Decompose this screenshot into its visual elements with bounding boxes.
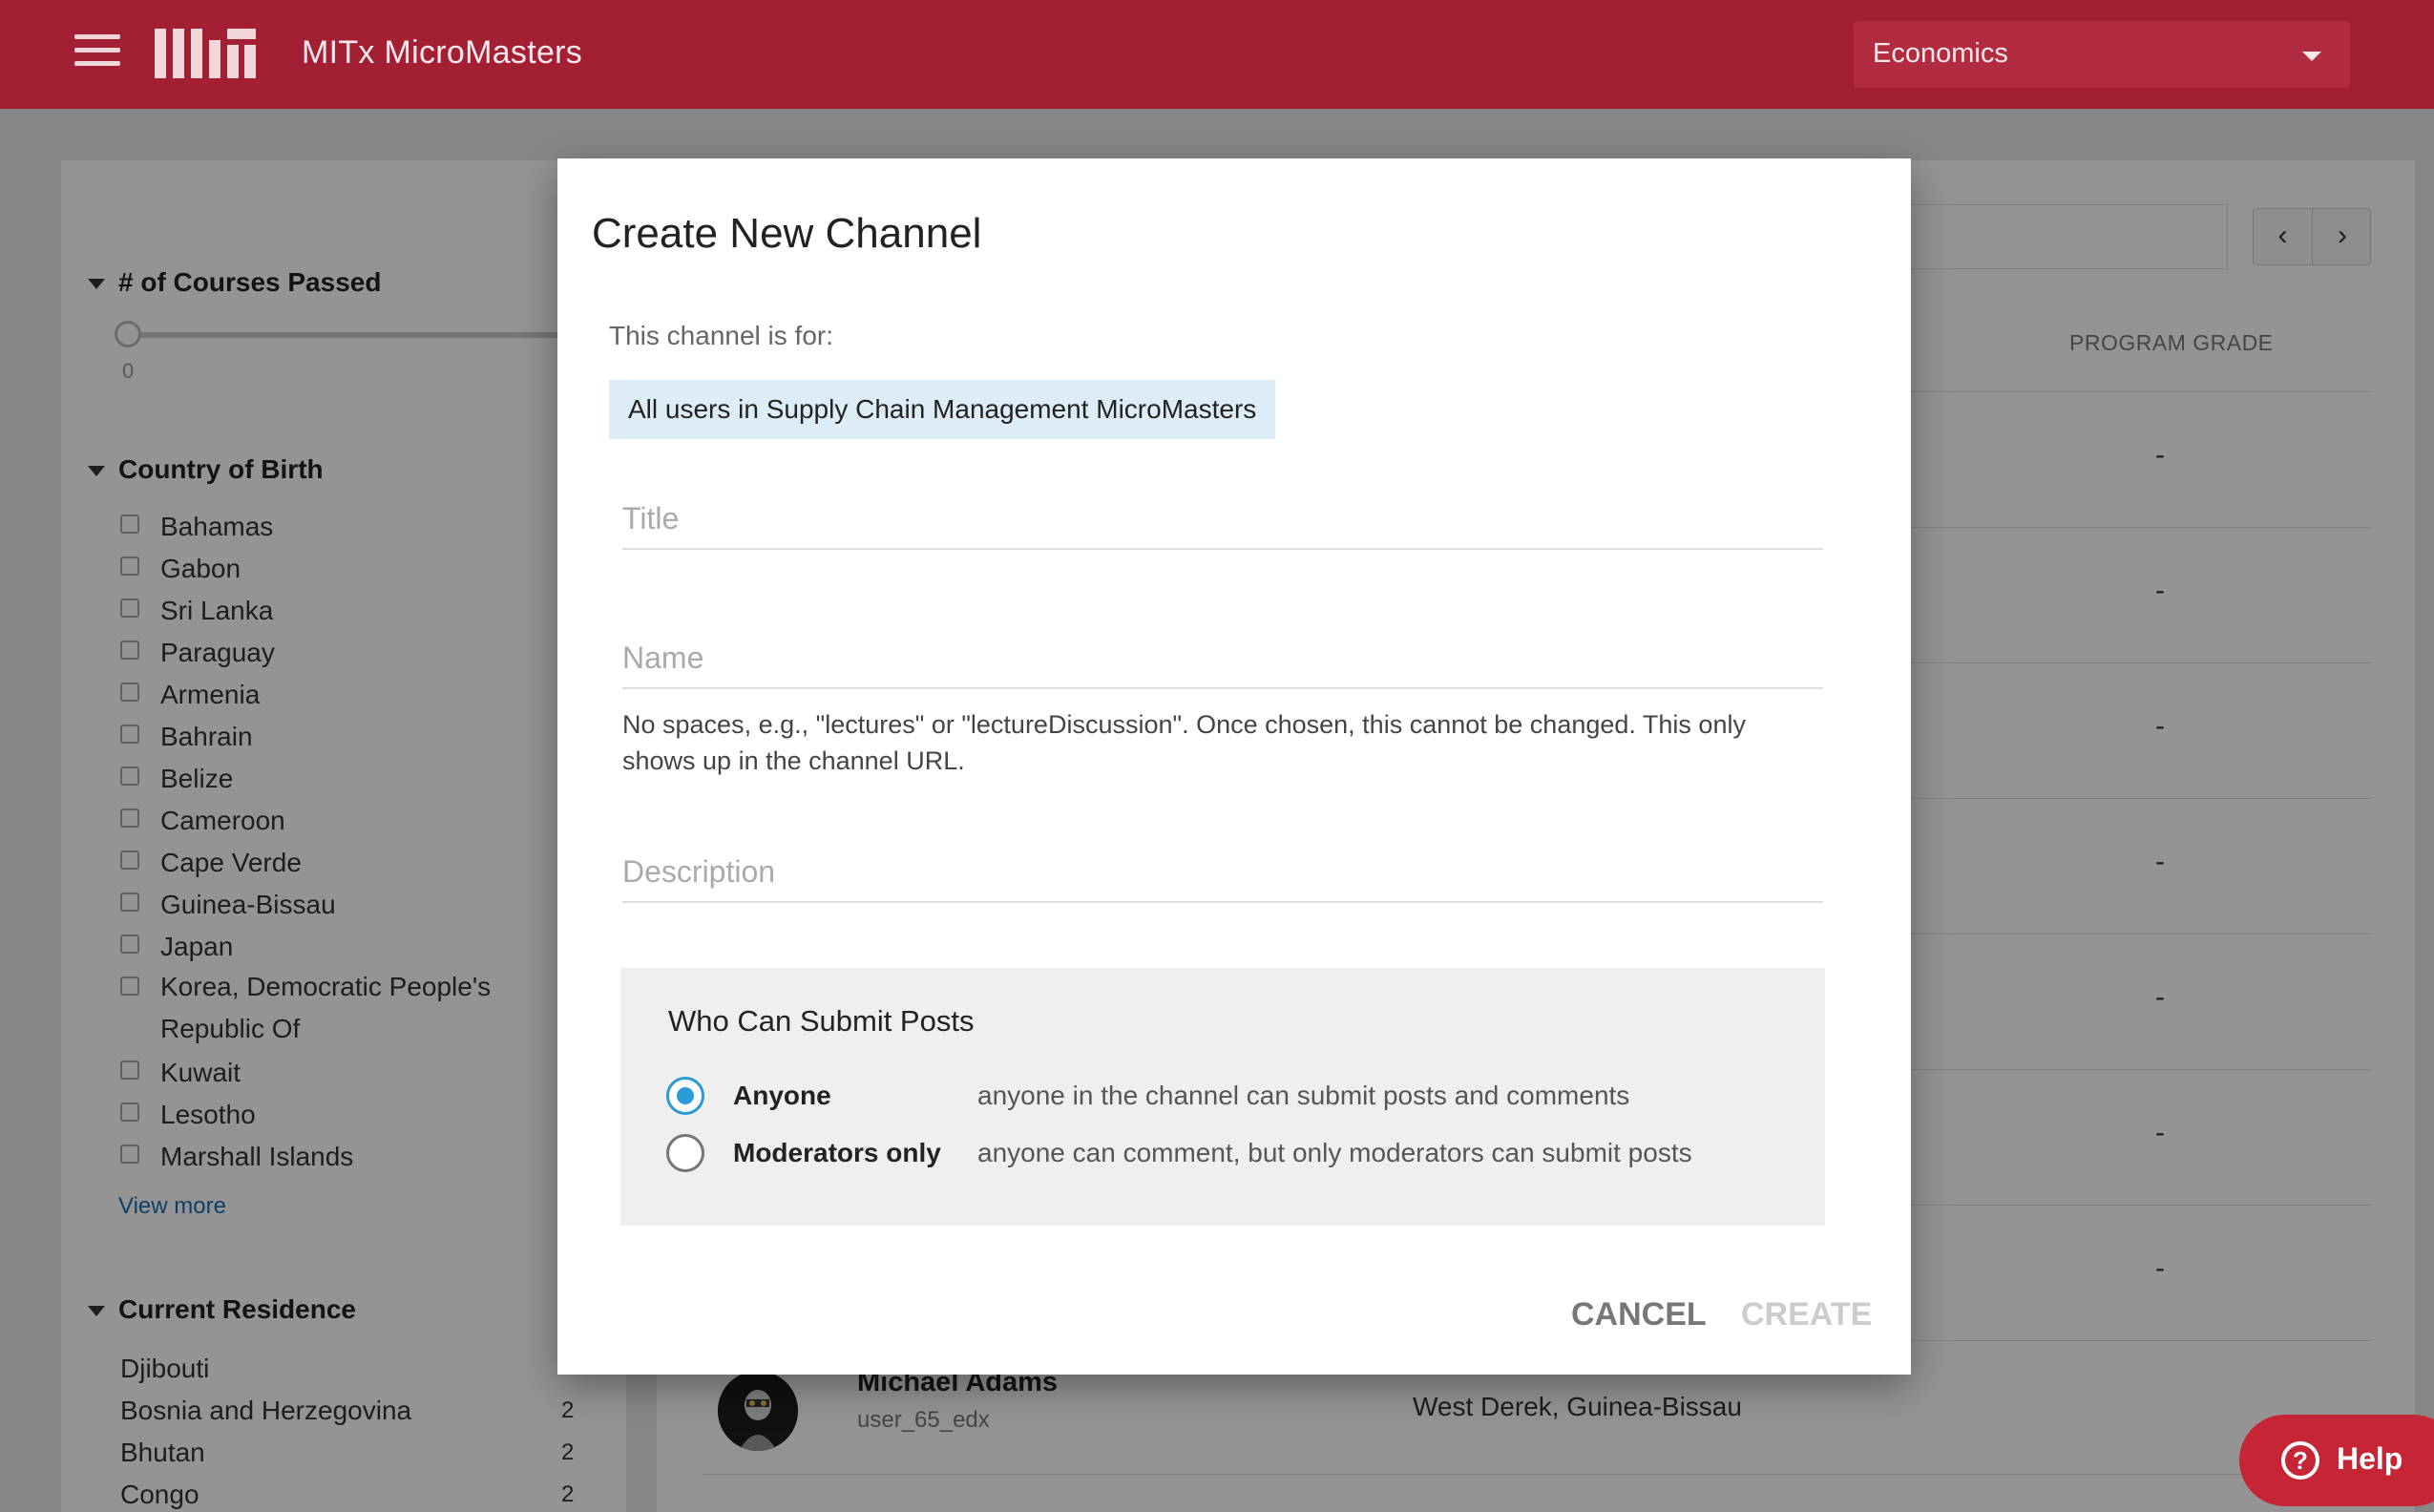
option-anyone-label[interactable]: Anyone: [733, 1081, 831, 1111]
mit-logo: [155, 29, 256, 78]
posts-permission-title: Who Can Submit Posts: [668, 1004, 975, 1038]
help-button[interactable]: ? Help: [2239, 1415, 2434, 1506]
option-moderators-label[interactable]: Moderators only: [733, 1138, 941, 1168]
title-input[interactable]: [622, 489, 1823, 548]
caret-down-icon: [2302, 52, 2321, 61]
top-app-bar: MITx MicroMasters Economics: [0, 0, 2434, 109]
app-title: MITx MicroMasters: [302, 34, 583, 71]
program-select-value: Economics: [1873, 38, 2008, 69]
question-circle-icon: ?: [2281, 1441, 2319, 1480]
option-anyone-desc: anyone in the channel can submit posts a…: [977, 1081, 1630, 1110]
channel-for-label: This channel is for:: [609, 321, 833, 350]
name-input[interactable]: [622, 628, 1823, 687]
create-button[interactable]: CREATE: [1741, 1296, 1872, 1334]
description-input[interactable]: [622, 842, 1823, 901]
description-field[interactable]: [622, 842, 1823, 903]
option-moderators-desc: anyone can comment, but only moderators …: [977, 1138, 1692, 1167]
title-field[interactable]: [622, 489, 1823, 550]
create-channel-dialog: Create New Channel This channel is for: …: [557, 158, 1911, 1375]
name-field[interactable]: [622, 628, 1823, 689]
cancel-button[interactable]: CANCEL: [1571, 1296, 1707, 1334]
radio-moderators-only[interactable]: [666, 1134, 704, 1172]
menu-icon[interactable]: [74, 34, 120, 67]
channel-audience-chip: All users in Supply Chain Management Mic…: [609, 380, 1276, 439]
name-hint: No spaces, e.g., "lectures" or "lectureD…: [622, 710, 1746, 775]
radio-anyone[interactable]: [666, 1077, 704, 1115]
who-can-submit-posts: Who Can Submit Posts Anyone anyone in th…: [620, 968, 1825, 1226]
program-select[interactable]: Economics: [1854, 21, 2350, 88]
dialog-title: Create New Channel: [592, 210, 982, 257]
